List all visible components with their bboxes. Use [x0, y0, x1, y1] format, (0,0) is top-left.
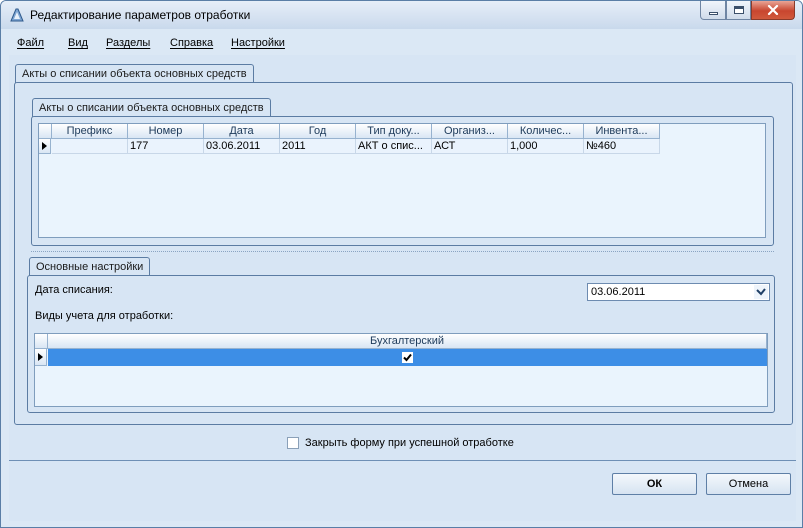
table-cell[interactable]: АКТ о спис...	[356, 139, 432, 154]
minimize-icon	[708, 11, 718, 15]
menu-settings[interactable]: Настройки	[231, 37, 285, 49]
date-field[interactable]: 03.06.2011	[587, 283, 770, 301]
selected-row[interactable]	[48, 349, 767, 366]
column-header[interactable]: Префикс	[52, 124, 128, 139]
close-button[interactable]	[751, 1, 795, 20]
title-bar: Редактирование параметров отработки	[1, 1, 802, 29]
grid-corner-header	[35, 334, 48, 349]
column-header[interactable]: Номер	[128, 124, 204, 139]
tab-label: Основные настройки	[36, 261, 144, 273]
column-header[interactable]: Дата	[204, 124, 280, 139]
date-value: 03.06.2011	[591, 286, 646, 298]
tab-label: Акты о списании объекта основных средств	[22, 68, 247, 80]
table-cell[interactable]: 03.06.2011	[204, 139, 280, 154]
menu-view[interactable]: Вид	[68, 37, 88, 49]
cancel-button[interactable]: Отмена	[706, 473, 791, 495]
splitter[interactable]	[31, 251, 774, 252]
date-dropdown-button[interactable]	[754, 285, 768, 299]
table-cell[interactable]: 1,000	[508, 139, 584, 154]
table-cell[interactable]	[52, 139, 128, 154]
app-logo-icon	[10, 8, 24, 22]
close-icon	[767, 5, 779, 15]
accounting-grid[interactable]: Бухгалтерский	[34, 333, 768, 407]
column-header[interactable]: Год	[280, 124, 356, 139]
column-header[interactable]: Бухгалтерский	[48, 334, 767, 349]
chevron-down-icon	[756, 288, 766, 296]
close-form-label[interactable]: Закрыть форму при успешной отработке	[305, 437, 514, 449]
checkmark-icon	[403, 353, 412, 362]
client-area: Акты о списании объекта основных средств…	[9, 55, 796, 521]
row-indicator[interactable]	[39, 139, 51, 154]
grid-corner-header	[39, 124, 52, 139]
tab-label: Акты о списании объекта основных средств	[39, 102, 264, 114]
acts-grid[interactable]: Префикс Номер Дата Год Тип доку... Орган…	[38, 123, 766, 238]
current-row-arrow-icon	[42, 142, 47, 150]
maximize-button[interactable]	[726, 1, 751, 20]
tab-acts-inner[interactable]: Акты о списании объекта основных средств	[32, 98, 271, 117]
current-row-arrow-icon	[38, 353, 43, 361]
accounting-types-label: Виды учета для отработки:	[35, 310, 174, 322]
column-header[interactable]: Инвента...	[584, 124, 660, 139]
minimize-button[interactable]	[700, 1, 726, 20]
accounting-checkbox[interactable]	[402, 352, 413, 363]
dialog-window: Редактирование параметров отработки Файл…	[0, 0, 803, 528]
menu-sections[interactable]: Разделы	[106, 37, 150, 49]
column-header[interactable]: Количес...	[508, 124, 584, 139]
maximize-icon	[733, 6, 744, 14]
window-title: Редактирование параметров отработки	[30, 8, 251, 22]
table-cell[interactable]: АСТ	[432, 139, 508, 154]
column-header[interactable]: Организ...	[432, 124, 508, 139]
table-cell[interactable]: 177	[128, 139, 204, 154]
divider	[9, 460, 796, 461]
close-form-checkbox[interactable]	[287, 437, 299, 449]
menu-file[interactable]: Файл	[17, 37, 44, 49]
menu-bar: Файл Вид Разделы Справка Настройки	[9, 31, 796, 55]
tab-acts-outer[interactable]: Акты о списании объекта основных средств	[15, 64, 254, 83]
column-header[interactable]: Тип доку...	[356, 124, 432, 139]
menu-help[interactable]: Справка	[170, 37, 213, 49]
table-cell[interactable]: №460	[584, 139, 660, 154]
ok-button[interactable]: ОК	[612, 473, 697, 495]
tab-main-settings[interactable]: Основные настройки	[29, 257, 151, 276]
row-indicator[interactable]	[35, 349, 47, 366]
date-label: Дата списания:	[35, 284, 113, 296]
table-cell[interactable]: 2011	[280, 139, 356, 154]
